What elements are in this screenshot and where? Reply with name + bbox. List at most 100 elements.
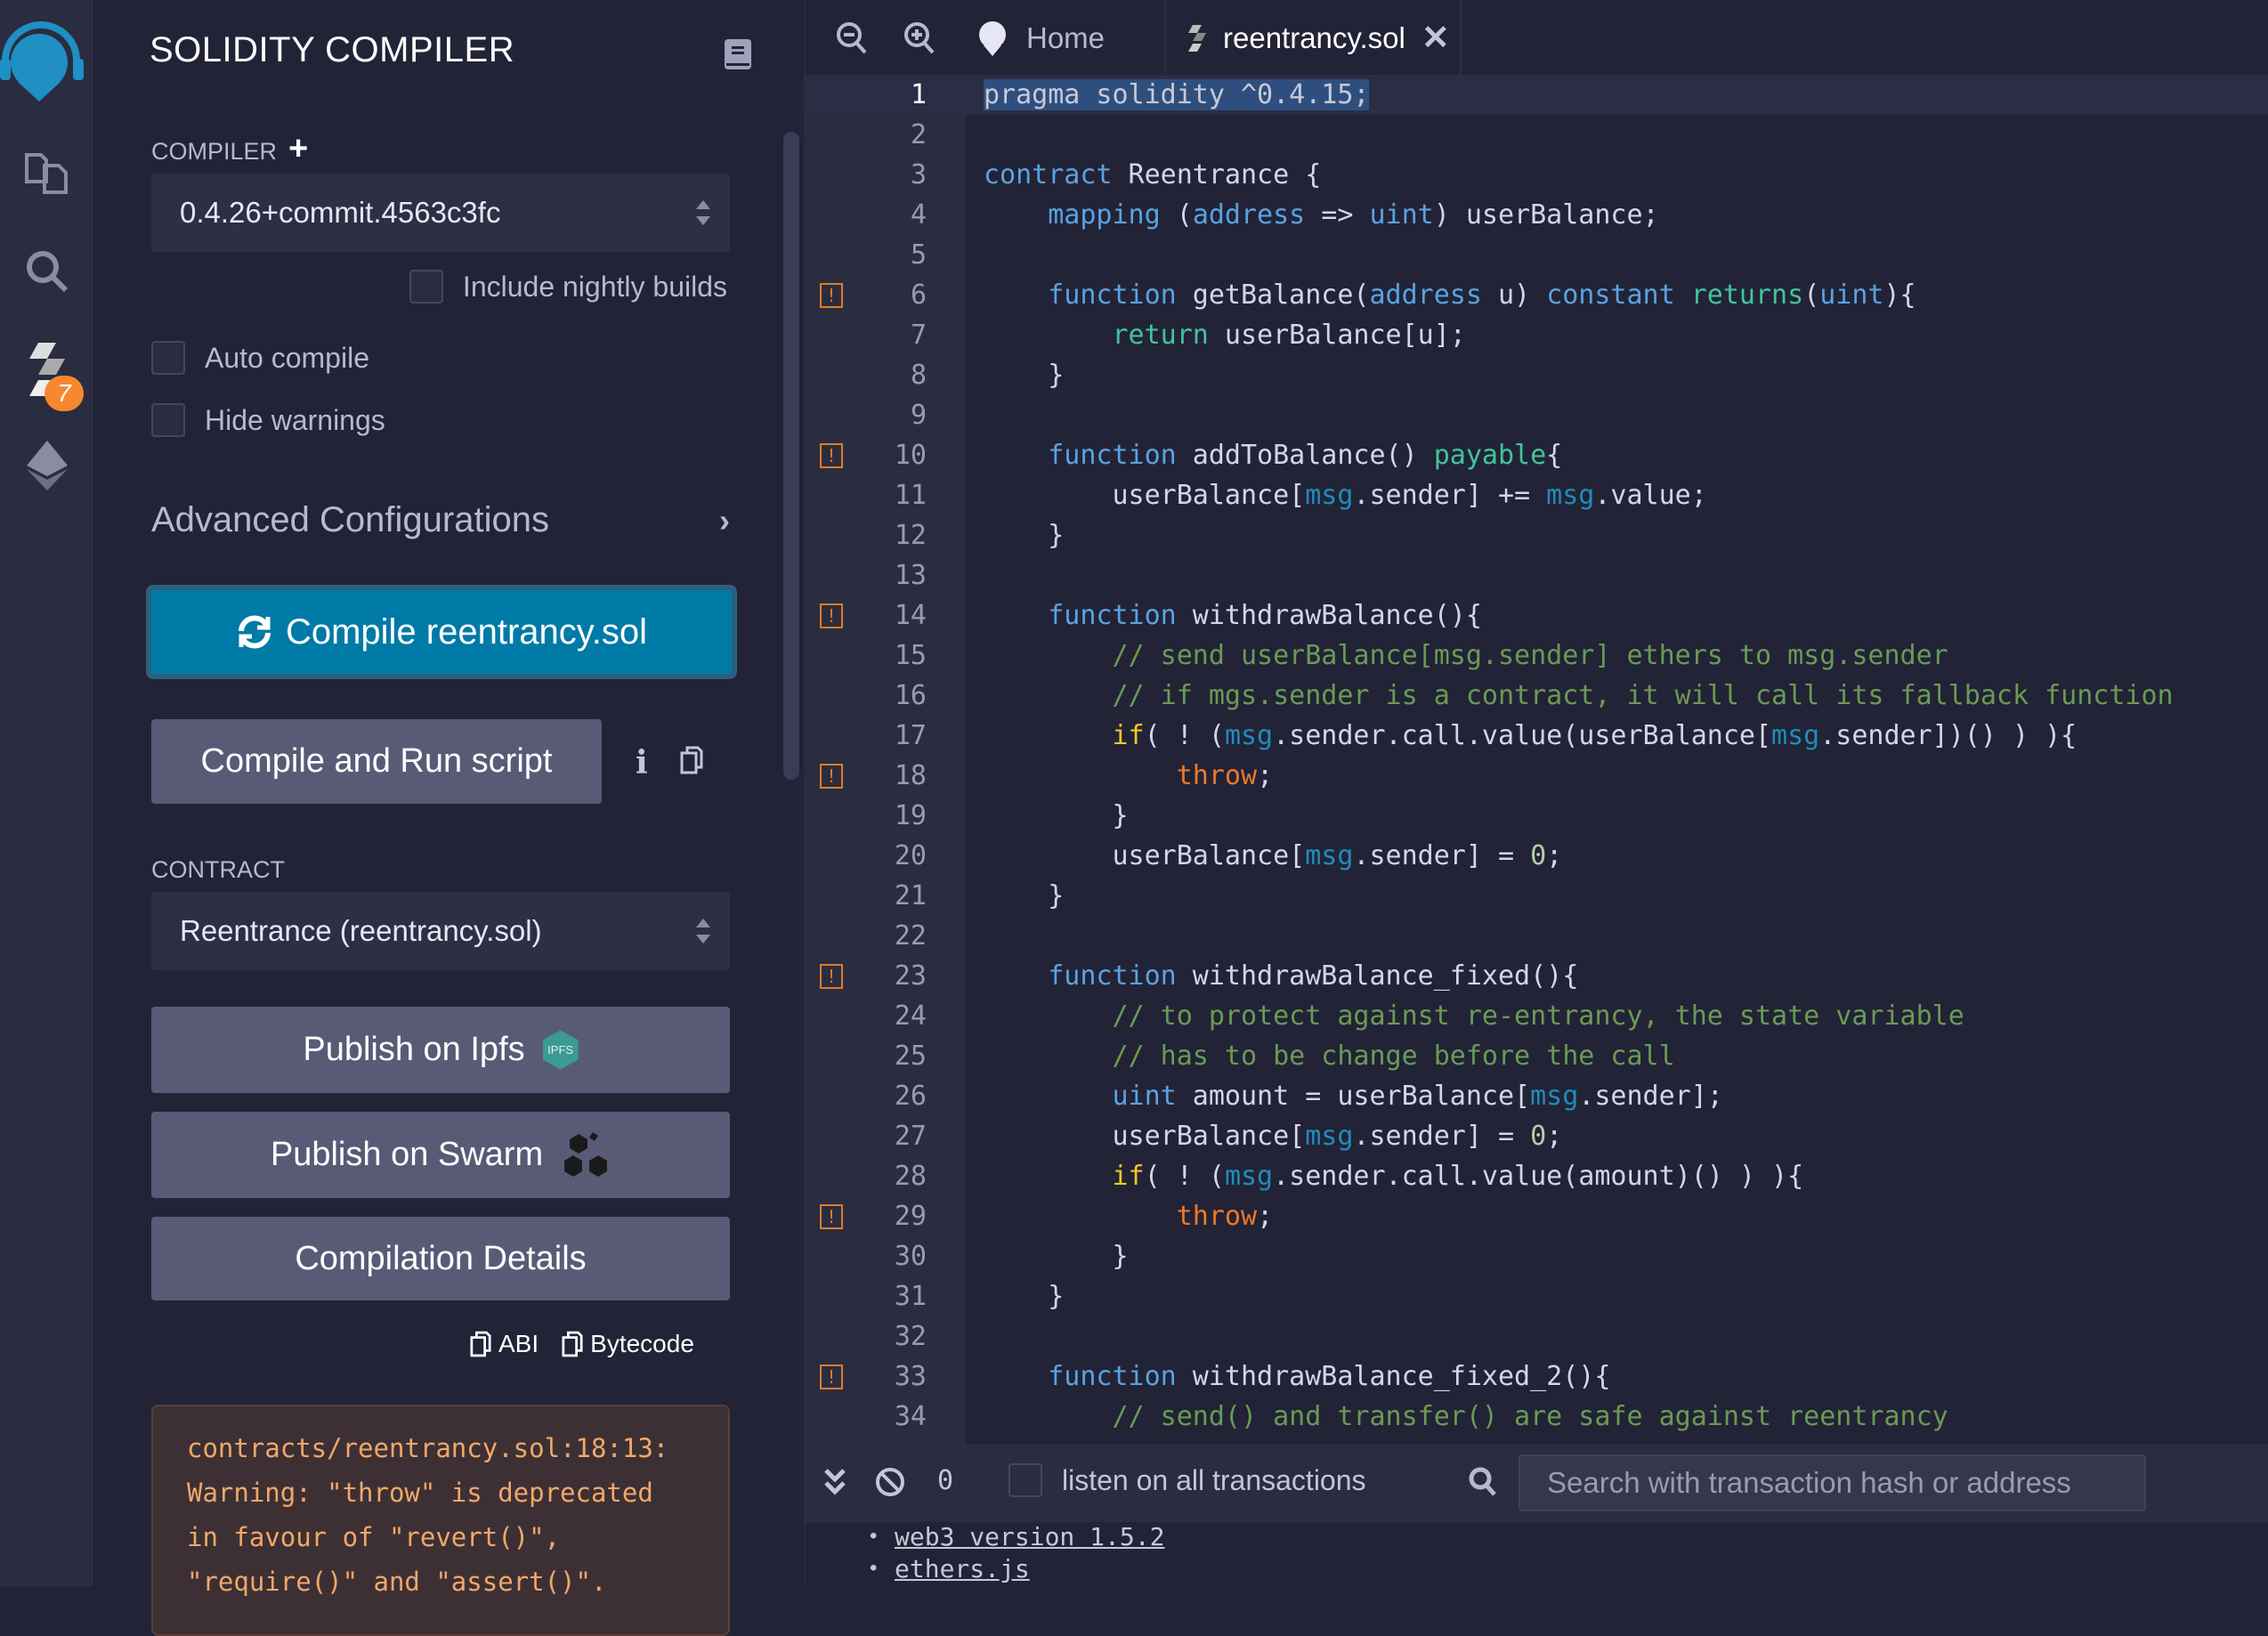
tab-reentrancy-sol[interactable]: reentrancy.sol ✕ xyxy=(1166,0,1462,76)
publish-ipfs-button[interactable]: Publish on Ipfs IPFS xyxy=(151,1007,730,1093)
compiler-version-value: 0.4.26+commit.4563c3fc xyxy=(180,196,501,229)
warning-marker-icon[interactable]: ! xyxy=(820,1204,843,1229)
copy-abi-button[interactable]: ABI xyxy=(470,1330,539,1358)
code-token: => xyxy=(1305,199,1370,231)
code-line[interactable]: 12 } xyxy=(806,515,2268,555)
code-line[interactable]: ! 18 throw; xyxy=(806,756,2268,796)
publish-swarm-button[interactable]: Publish on Swarm xyxy=(151,1112,730,1198)
code-line[interactable]: 5 xyxy=(806,235,2268,275)
remix-logo-icon[interactable] xyxy=(0,16,85,101)
line-number: 1 xyxy=(910,79,927,110)
code-line[interactable]: 15 // send userBalance[msg.sender] ether… xyxy=(806,636,2268,676)
code-line[interactable]: 7 return userBalance[u]; xyxy=(806,315,2268,355)
code-line[interactable]: ! 14 function withdrawBalance(){ xyxy=(806,595,2268,636)
documentation-icon[interactable] xyxy=(725,39,751,74)
info-icon[interactable]: i xyxy=(636,744,648,782)
code-line[interactable]: 20 userBalance[msg.sender] = 0; xyxy=(806,836,2268,876)
code-line[interactable]: 8 } xyxy=(806,355,2268,395)
nightly-builds-checkbox[interactable] xyxy=(409,270,443,304)
line-number: 21 xyxy=(894,880,927,911)
code-token: uint xyxy=(1369,199,1434,231)
code-line[interactable]: 19 } xyxy=(806,796,2268,836)
search-icon[interactable] xyxy=(16,240,78,303)
code-line[interactable]: 13 xyxy=(806,555,2268,595)
hide-warnings-option[interactable]: Hide warnings xyxy=(151,403,385,437)
ethers-js-link[interactable]: ethers.js xyxy=(895,1554,1030,1583)
code-line[interactable]: 17 if( ! (msg.sender.call.value(userBala… xyxy=(806,716,2268,756)
auto-compile-checkbox[interactable] xyxy=(151,341,185,375)
listen-all-transactions-option[interactable]: listen on all transactions xyxy=(1008,1463,1366,1497)
transaction-search-input[interactable]: Search with transaction hash or address xyxy=(1519,1454,2146,1511)
copy-bytecode-button[interactable]: Bytecode xyxy=(562,1330,694,1358)
warning-marker-icon[interactable]: ! xyxy=(820,764,843,789)
compiler-warning-message[interactable]: contracts/reentrancy.sol:18:13: Warning: … xyxy=(151,1405,730,1636)
panel-scrollbar[interactable] xyxy=(783,132,799,780)
contract-select[interactable]: Reentrance (reentrancy.sol) xyxy=(151,892,730,970)
code-line[interactable]: 32 xyxy=(806,1316,2268,1357)
auto-compile-option[interactable]: Auto compile xyxy=(151,341,369,375)
swarm-logo-icon xyxy=(564,1131,608,1177)
compilation-details-button[interactable]: Compilation Details xyxy=(151,1217,730,1300)
code-line[interactable]: 34 // send() and transfer() are safe aga… xyxy=(806,1397,2268,1437)
code-line[interactable]: 27 userBalance[msg.sender] = 0; xyxy=(806,1116,2268,1156)
code-line[interactable]: ! 33 function withdrawBalance_fixed_2(){ xyxy=(806,1357,2268,1397)
clear-console-icon[interactable] xyxy=(875,1467,905,1502)
code-line[interactable]: 21 } xyxy=(806,876,2268,916)
code-line[interactable]: 16 // if mgs.sender is a contract, it wi… xyxy=(806,676,2268,716)
code-token: uint xyxy=(1819,279,1884,311)
remix-home-icon xyxy=(979,20,1006,56)
code-line[interactable]: 9 xyxy=(806,395,2268,435)
nightly-builds-label: Include nightly builds xyxy=(462,270,727,303)
code-line[interactable]: 1 pragma solidity ^0.4.15; xyxy=(806,75,2268,115)
warning-marker-icon[interactable]: ! xyxy=(820,603,843,628)
code-line[interactable]: 4 mapping (address => uint) userBalance; xyxy=(806,195,2268,235)
warning-marker-icon[interactable]: ! xyxy=(820,283,843,308)
code-token: { xyxy=(1546,440,1563,471)
compiler-version-select[interactable]: 0.4.26+commit.4563c3fc xyxy=(151,174,730,252)
advanced-configurations-toggle[interactable]: Advanced Configurations › xyxy=(151,500,730,540)
listen-all-transactions-checkbox[interactable] xyxy=(1008,1463,1042,1497)
code-token: address xyxy=(1369,279,1482,311)
code-line[interactable]: 2 xyxy=(806,115,2268,155)
zoom-in-icon[interactable] xyxy=(903,21,936,60)
close-tab-icon[interactable]: ✕ xyxy=(1422,18,1450,58)
code-text: // send userBalance[msg.sender] ethers t… xyxy=(984,636,1948,676)
warning-marker-icon[interactable]: ! xyxy=(820,964,843,989)
add-compiler-icon[interactable]: + xyxy=(288,132,308,166)
code-line[interactable]: 28 if( ! (msg.sender.call.value(amount)(… xyxy=(806,1156,2268,1196)
code-line[interactable]: 26 uint amount = userBalance[msg.sender]… xyxy=(806,1076,2268,1116)
code-line[interactable]: 3 contract Reentrance { xyxy=(806,155,2268,195)
code-line[interactable]: 30 } xyxy=(806,1236,2268,1276)
code-line[interactable]: ! 10 function addToBalance() payable{ xyxy=(806,435,2268,475)
code-token: address xyxy=(1192,199,1306,231)
copy-icon[interactable] xyxy=(680,746,703,779)
code-text: function withdrawBalance_fixed_2(){ xyxy=(984,1357,1610,1397)
code-line[interactable]: 11 userBalance[msg.sender] += msg.value; xyxy=(806,475,2268,515)
web3-version-link[interactable]: web3 version 1.5.2 xyxy=(895,1522,1164,1551)
code-text: function getBalance(address u) constant … xyxy=(984,275,1916,315)
panel-title: SOLIDITY COMPILER xyxy=(150,30,515,69)
code-line[interactable]: ! 23 function withdrawBalance_fixed(){ xyxy=(806,956,2268,996)
line-number: 9 xyxy=(910,400,927,431)
deploy-run-icon[interactable] xyxy=(16,434,78,497)
code-line[interactable]: 31 } xyxy=(806,1276,2268,1316)
code-line[interactable]: ! 6 function getBalance(address u) consta… xyxy=(806,275,2268,315)
code-line[interactable]: ! 29 throw; xyxy=(806,1196,2268,1236)
code-line[interactable]: 22 xyxy=(806,916,2268,956)
nightly-builds-option[interactable]: Include nightly builds xyxy=(409,270,727,304)
tab-home[interactable]: Home xyxy=(975,0,1166,76)
tab-home-label: Home xyxy=(1026,20,1106,54)
zoom-out-icon[interactable] xyxy=(836,21,868,60)
file-explorer-icon[interactable] xyxy=(16,141,78,203)
code-line[interactable]: 24 // to protect against re-entrancy, th… xyxy=(806,996,2268,1036)
compile-button[interactable]: Compile reentrancy.sol xyxy=(146,585,737,679)
hide-warnings-checkbox[interactable] xyxy=(151,403,185,437)
warning-marker-icon[interactable]: ! xyxy=(820,1365,843,1389)
collapse-terminal-icon[interactable] xyxy=(823,1467,846,1504)
compile-and-run-button[interactable]: Compile and Run script xyxy=(151,719,602,804)
code-lines[interactable]: 1 pragma solidity ^0.4.15; 2 3 contract Reen… xyxy=(806,75,2268,1437)
warning-marker-icon[interactable]: ! xyxy=(820,443,843,468)
code-line[interactable]: 25 // has to be change before the call xyxy=(806,1036,2268,1076)
